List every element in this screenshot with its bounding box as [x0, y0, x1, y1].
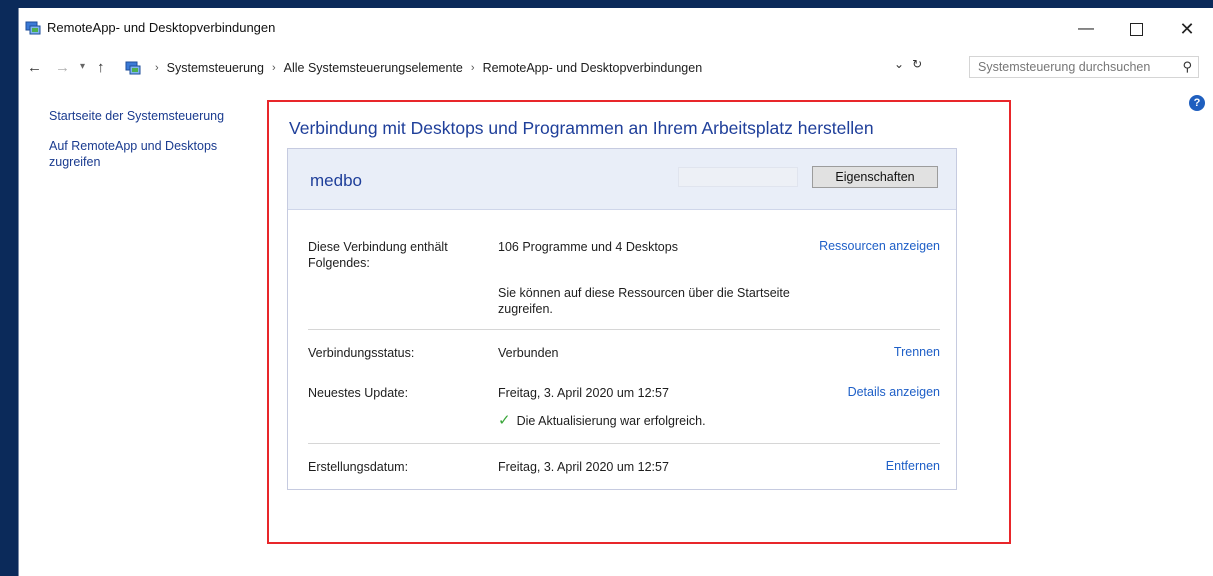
title-bar: RemoteApp- und Desktopverbindungen — ✕ [19, 8, 1213, 48]
breadcrumb-remoteapp[interactable]: RemoteApp- und Desktopverbindungen [483, 61, 703, 75]
address-dropdown-icon[interactable]: ⌄ [894, 57, 904, 71]
connection-placeholder-field [678, 167, 798, 187]
sidebar-item-remoteapp-access[interactable]: Auf RemoteApp und Desktops zugreifen [49, 138, 249, 170]
check-icon: ✓ [498, 412, 511, 429]
remove-link[interactable]: Entfernen [886, 459, 940, 473]
back-arrow-icon[interactable]: ← [27, 59, 42, 76]
created-label: Erstellungsdatum: [308, 460, 409, 474]
update-label: Neuestes Update: [308, 386, 409, 400]
show-details-link[interactable]: Details anzeigen [848, 385, 940, 399]
sidebar: Startseite der Systemsteuerung Auf Remot… [49, 108, 249, 184]
search-input[interactable]: Systemsteuerung durchsuchen ⚲ [969, 56, 1199, 78]
disconnect-link[interactable]: Trennen [894, 345, 940, 359]
connection-header: medbo Eigenschaften [288, 149, 956, 210]
help-icon[interactable]: ? [1189, 95, 1205, 111]
chevron-down-icon[interactable]: ▾ [80, 61, 85, 72]
close-icon: ✕ [1179, 18, 1195, 39]
breadcrumb-separator-icon: › [155, 62, 159, 74]
contents-note: Sie können auf diese Ressourcen über die… [498, 286, 790, 316]
sidebar-item-startseite[interactable]: Startseite der Systemsteuerung [49, 108, 249, 124]
breadcrumb-separator-icon: › [271, 62, 276, 74]
contents-label: Diese Verbindung enthält Folgendes: [308, 240, 448, 270]
breadcrumb-systemsteuerung[interactable]: Systemsteuerung [167, 61, 264, 75]
update-result-row: ✓ Die Aktualisierung war erfolgreich. [498, 411, 898, 429]
connection-card: medbo Eigenschaften Diese Verbindung ent… [287, 148, 957, 490]
minimize-button[interactable]: — [1063, 14, 1109, 44]
window-title: RemoteApp- und Desktopverbindungen [47, 20, 276, 35]
update-result: Die Aktualisierung war erfolgreich. [516, 414, 706, 428]
status-label: Verbindungsstatus: [308, 346, 415, 360]
search-icon[interactable]: ⚲ [1182, 59, 1192, 75]
address-bar[interactable]: › Systemsteuerung › Alle Systemsteuerung… [119, 57, 949, 79]
refresh-icon[interactable]: ↻ [912, 57, 922, 71]
address-controls: ⌄ ↻ [894, 57, 922, 71]
show-resources-link[interactable]: Ressourcen anzeigen [819, 239, 940, 253]
created-value: Freitag, 3. April 2020 um 12:57 [498, 460, 669, 474]
update-value: Freitag, 3. April 2020 um 12:57 [498, 386, 669, 400]
breadcrumb-alle-elemente[interactable]: Alle Systemsteuerungselemente [284, 61, 463, 75]
window: RemoteApp- und Desktopverbindungen — ✕ ←… [18, 8, 1213, 576]
contents-value: 106 Programme und 4 Desktops [498, 240, 678, 254]
maximize-button[interactable] [1113, 14, 1159, 44]
page-title: Verbindung mit Desktops und Programmen a… [289, 118, 874, 138]
minimize-icon: — [1078, 20, 1094, 37]
breadcrumb-separator-icon: › [470, 62, 475, 74]
navigation-bar: ← → ▾ ↑ › Systemsteuerung › Alle Systems… [19, 56, 1213, 82]
search-placeholder: Systemsteuerung durchsuchen [978, 60, 1151, 74]
remote-desktop-icon [25, 20, 41, 36]
up-arrow-icon[interactable]: ↑ [97, 59, 105, 76]
properties-button[interactable]: Eigenschaften [812, 166, 938, 188]
control-panel-icon [125, 60, 141, 76]
maximize-icon [1129, 22, 1143, 36]
divider [308, 443, 940, 444]
connection-name: medbo [310, 171, 362, 190]
divider [308, 329, 940, 330]
status-value: Verbunden [498, 346, 559, 360]
close-button[interactable]: ✕ [1164, 14, 1210, 44]
forward-arrow-icon[interactable]: → [55, 59, 70, 76]
